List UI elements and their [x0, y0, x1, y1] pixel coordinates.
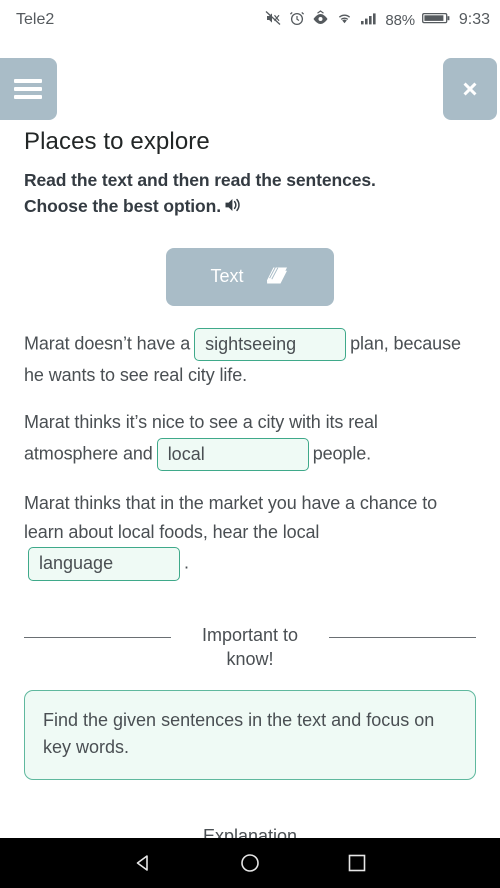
- wifi-icon: [336, 10, 353, 31]
- divider-rule-left: [24, 636, 171, 638]
- status-bar: Tele2 88% 9:33: [0, 0, 500, 40]
- answer-input-3[interactable]: [28, 547, 180, 581]
- sentence-2-after: people.: [312, 443, 372, 464]
- divider-rule-right: [329, 636, 476, 638]
- carrier-label: Tele2: [16, 11, 55, 28]
- text-button[interactable]: Text: [166, 247, 334, 306]
- instruction-text: Read the text and then read the sentence…: [24, 168, 476, 222]
- recents-square-icon[interactable]: [337, 843, 377, 883]
- home-circle-icon[interactable]: [230, 843, 270, 883]
- mute-icon: [265, 10, 282, 31]
- sentence-3-before: Marat thinks that in the market you have…: [24, 493, 438, 543]
- back-triangle-icon[interactable]: [123, 843, 163, 883]
- book-icon: [264, 264, 290, 289]
- important-divider: Important to know!: [24, 623, 476, 672]
- sentence-3-after: .: [184, 552, 189, 573]
- important-tip-card: Find the given sentences in the text and…: [24, 689, 476, 781]
- hamburger-menu-icon[interactable]: [0, 58, 57, 120]
- status-icons-group: 88% 9:33: [265, 9, 490, 31]
- answer-input-1[interactable]: [194, 327, 347, 362]
- instruction-line-2: Choose the best option.: [24, 195, 222, 216]
- main-content: Read the text and then read the sentence…: [0, 168, 500, 888]
- text-button-container: Text: [24, 247, 476, 306]
- signal-icon: [360, 10, 378, 31]
- close-glyph: [463, 82, 477, 96]
- sentence-2: Marat thinks it’s nice to see a city wit…: [24, 408, 476, 472]
- battery-icon: [421, 10, 450, 31]
- speaker-icon[interactable]: [224, 196, 244, 222]
- android-navigation-bar: [0, 838, 500, 888]
- important-divider-title: Important to know!: [201, 624, 299, 670]
- battery-percent-label: 88%: [385, 11, 415, 29]
- sentence-1-before: Marat doesn’t have a: [24, 333, 191, 354]
- hamburger-bars: [13, 75, 42, 103]
- clock-label: 9:33: [458, 11, 490, 28]
- text-button-label: Text: [210, 266, 244, 287]
- eye-care-icon: [312, 9, 329, 31]
- sentence-3: Marat thinks that in the market you have…: [24, 489, 476, 581]
- close-icon[interactable]: [443, 58, 497, 120]
- alarm-icon: [289, 10, 305, 31]
- important-tip-text: Find the given sentences in the text and…: [43, 709, 435, 757]
- app-header: Places to explore: [0, 40, 500, 168]
- instruction-line-1: Read the text and then read the sentence…: [24, 170, 376, 190]
- answer-input-2[interactable]: [156, 437, 309, 472]
- sentence-1: Marat doesn’t have aplan, because he wan…: [24, 327, 476, 391]
- page-title: Places to explore: [24, 128, 210, 155]
